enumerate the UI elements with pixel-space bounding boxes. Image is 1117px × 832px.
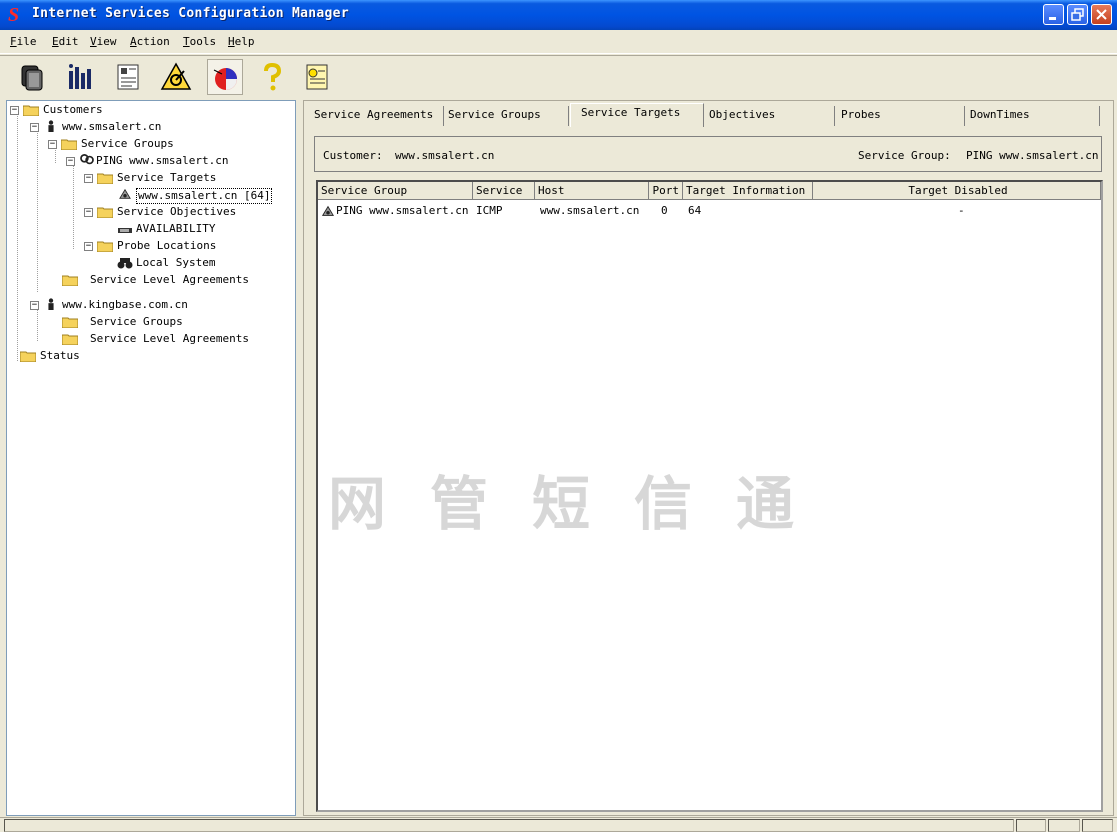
customer-label: Customer: bbox=[323, 149, 383, 162]
restore-button[interactable] bbox=[1067, 4, 1088, 25]
collapse-icon[interactable]: − bbox=[84, 242, 93, 251]
user-icon bbox=[48, 120, 54, 132]
folder-icon bbox=[97, 241, 113, 252]
close-icon bbox=[1096, 9, 1107, 20]
collapse-icon[interactable]: − bbox=[48, 140, 57, 149]
folder-icon bbox=[97, 207, 113, 218]
probe-button[interactable] bbox=[158, 59, 194, 95]
column-header[interactable]: Target Information bbox=[683, 182, 813, 200]
status-bar bbox=[0, 817, 1117, 832]
tab-probes[interactable]: Probes bbox=[837, 106, 965, 126]
menu-help[interactable]: Help bbox=[228, 35, 255, 48]
collapse-icon[interactable]: − bbox=[30, 123, 39, 132]
tab-downtimes[interactable]: DownTimes bbox=[966, 106, 1100, 126]
document-icon bbox=[117, 64, 139, 90]
close-button[interactable] bbox=[1091, 4, 1112, 25]
chart-bars-icon bbox=[69, 64, 91, 89]
context-info-box: Customer: www.smsalert.cn Service Group:… bbox=[314, 136, 1102, 172]
customer-tree[interactable]: − Customers − www.smsalert.cn − Service … bbox=[6, 100, 296, 816]
status-pane bbox=[4, 819, 1014, 832]
binoculars-icon bbox=[117, 258, 133, 269]
details-panel: Service Agreements Service Groups Servic… bbox=[303, 100, 1114, 816]
probe-triangle-icon bbox=[160, 62, 192, 90]
properties-button[interactable] bbox=[110, 59, 146, 95]
service-group-value: PING www.smsalert.cn bbox=[966, 149, 1099, 162]
menu-action[interactable]: Action bbox=[130, 35, 170, 48]
window-title: Internet Services Configuration Manager bbox=[32, 6, 349, 21]
restore-icon bbox=[1071, 8, 1084, 21]
help-question-icon bbox=[264, 62, 282, 91]
tab-service-agreements[interactable]: Service Agreements bbox=[310, 106, 444, 126]
status-pane bbox=[1082, 819, 1113, 832]
tab-service-groups[interactable]: Service Groups bbox=[444, 106, 569, 126]
folder-icon bbox=[97, 173, 113, 184]
column-header[interactable]: Service bbox=[473, 182, 535, 200]
folder-icon bbox=[61, 139, 77, 150]
notes-button[interactable] bbox=[298, 59, 334, 95]
toolbar bbox=[0, 55, 1117, 99]
pie-chart-icon bbox=[213, 68, 237, 90]
column-header[interactable]: Host bbox=[535, 182, 649, 200]
collapse-icon[interactable]: − bbox=[30, 301, 39, 310]
folder-icon bbox=[23, 105, 39, 116]
user-icon bbox=[48, 298, 54, 310]
collapse-icon[interactable]: − bbox=[84, 174, 93, 183]
collapse-icon[interactable]: − bbox=[66, 157, 75, 166]
customer-value: www.smsalert.cn bbox=[395, 149, 495, 162]
tab-objectives[interactable]: Objectives bbox=[705, 106, 835, 126]
meter-icon bbox=[118, 228, 132, 233]
notes-icon bbox=[306, 64, 328, 90]
minimize-button[interactable] bbox=[1043, 4, 1064, 25]
collapse-icon[interactable]: − bbox=[84, 208, 93, 217]
folder-icon bbox=[62, 275, 78, 286]
title-bar[interactable]: S Internet Services Configuration Manage… bbox=[0, 0, 1117, 30]
folder-icon bbox=[62, 317, 78, 328]
menu-tools[interactable]: Tools bbox=[183, 35, 216, 48]
menu-view[interactable]: View bbox=[90, 35, 117, 48]
service-targets-table[interactable]: Service Group Service Host Port Target I… bbox=[316, 180, 1103, 812]
tab-service-targets[interactable]: Service Targets bbox=[570, 103, 704, 127]
column-header[interactable]: Port bbox=[649, 182, 683, 200]
column-header[interactable]: Target Disabled bbox=[813, 182, 1101, 200]
menu-edit[interactable]: Edit bbox=[52, 35, 79, 48]
status-pane bbox=[1048, 819, 1080, 832]
group-people-icon bbox=[80, 154, 94, 165]
menu-file[interactable]: File bbox=[10, 35, 37, 48]
copy-button[interactable] bbox=[14, 59, 50, 95]
app-logo-icon: S bbox=[8, 4, 20, 26]
service-group-label: Service Group: bbox=[858, 149, 951, 162]
minimize-icon bbox=[1049, 17, 1056, 20]
folder-icon bbox=[20, 351, 36, 362]
target-icon bbox=[321, 205, 335, 216]
help-button[interactable] bbox=[254, 59, 290, 95]
menu-bar: File Edit View Action Tools Help bbox=[0, 30, 1117, 54]
statistics-button[interactable] bbox=[62, 59, 98, 95]
copy-icon bbox=[21, 65, 43, 91]
target-icon bbox=[119, 188, 131, 199]
status-pane bbox=[1016, 819, 1046, 832]
collapse-icon[interactable]: − bbox=[10, 106, 19, 115]
column-header[interactable]: Service Group bbox=[318, 182, 473, 200]
folder-icon bbox=[62, 334, 78, 345]
report-button[interactable] bbox=[207, 59, 243, 95]
watermark-text: 网管短信通 bbox=[328, 470, 839, 538]
